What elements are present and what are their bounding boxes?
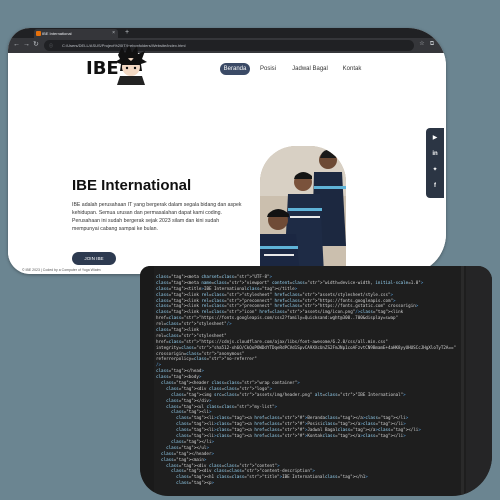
editor-minimap[interactable] <box>466 266 492 496</box>
web-page <box>8 53 446 274</box>
tab-title: IBE International <box>42 31 72 36</box>
twitter-icon[interactable]: ✦ <box>430 165 440 175</box>
favicon-icon <box>36 31 41 36</box>
code-line: class="tag"><p> <box>176 480 215 486</box>
address-bar: ← → ↻ ⓘ C:/Users/DELL/ASUS/Project%20IT/… <box>8 38 446 53</box>
join-button[interactable]: JOIN IBE <box>72 252 116 265</box>
forward-icon[interactable]: → <box>23 41 30 49</box>
team-photo <box>260 146 346 274</box>
extensions-icon[interactable]: ⧉ <box>428 40 436 49</box>
logo-character-icon <box>115 45 147 85</box>
new-tab-icon[interactable]: + <box>125 28 129 38</box>
code-editor: class="tag"><meta charset=class="str">"U… <box>140 266 492 496</box>
youtube-icon[interactable]: ▶ <box>430 133 440 143</box>
back-icon[interactable]: ← <box>13 41 20 49</box>
nav-item-jadwal-bagal[interactable]: Jadwal Bagal <box>290 63 330 75</box>
editor-scrollbar[interactable] <box>461 266 464 496</box>
social-sidebar: ▶ in ✦ f <box>426 128 444 198</box>
reload-icon[interactable]: ↻ <box>33 41 39 49</box>
hero-title: IBE International <box>72 177 192 194</box>
facebook-icon[interactable]: f <box>430 181 440 191</box>
team-photo-image <box>260 146 346 274</box>
hero-description: IBE adalah perusahaan IT yang bergerak d… <box>72 202 242 232</box>
menu-icon[interactable]: ⋮ <box>437 40 445 49</box>
tab-bar: IBE International × + <box>8 28 446 38</box>
close-tab-icon[interactable]: × <box>112 29 115 38</box>
footer-credit: © IBE 2023 | Coded by a Computer of Yoga… <box>22 268 101 272</box>
line-gutter <box>140 266 154 496</box>
code-area[interactable]: class="tag"><meta charset=class="str">"U… <box>156 274 456 486</box>
bookmark-icon[interactable]: ☆ <box>418 40 426 49</box>
nav-item-beranda[interactable]: Beranda <box>220 63 250 75</box>
site-logo[interactable]: IBE <box>86 45 150 85</box>
browser-tab[interactable]: IBE International × <box>34 29 118 38</box>
file-icon: ⓘ <box>49 43 53 48</box>
nav-item-kontak[interactable]: Kontak <box>338 63 366 75</box>
nav-item-posisi[interactable]: Posisi <box>256 63 280 75</box>
linkedin-icon[interactable]: in <box>430 149 440 159</box>
